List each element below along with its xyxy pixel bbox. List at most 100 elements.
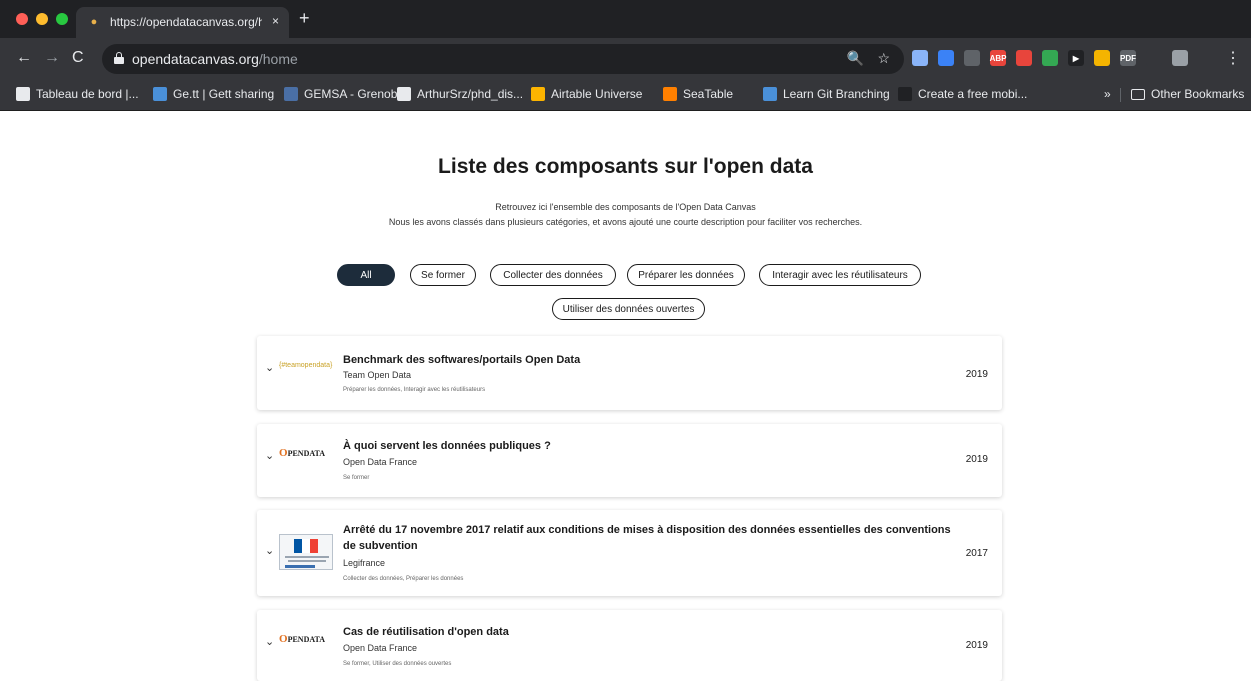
card-categories: Préparer les données, Interagir avec les…: [343, 387, 486, 393]
logo-wordmark: PENDATA: [287, 449, 326, 458]
address-bar[interactable]: opendatacanvas.org/home 🔍 ☆: [102, 44, 904, 74]
browser-tab[interactable]: ● https://opendatacanvas.org/ho ×: [76, 7, 289, 38]
block-icon[interactable]: [964, 50, 980, 66]
url-text: opendatacanvas.org/home: [132, 51, 298, 67]
bookmarks-bar: » Other Bookmarks Tableau de bord |... Ge…: [0, 80, 1251, 111]
menu-icon[interactable]: ⋮: [1225, 48, 1241, 68]
abp-icon[interactable]: ABP: [990, 50, 1006, 66]
stop-icon[interactable]: [1016, 50, 1032, 66]
puzzle-icon[interactable]: [1146, 50, 1162, 66]
chevron-down-icon[interactable]: ⌄: [265, 449, 274, 462]
shield-icon[interactable]: [938, 50, 954, 66]
chevron-down-icon[interactable]: ⌄: [265, 361, 274, 374]
maximize-window-button[interactable]: [56, 13, 68, 25]
bookmark-item[interactable]: Ge.tt | Gett sharing: [153, 87, 274, 101]
tab-close-icon[interactable]: ×: [272, 14, 279, 28]
team-open-data-logo: {#teamopendata}: [279, 362, 333, 369]
bookmark-item[interactable]: SeaTable: [663, 87, 733, 101]
search-icon[interactable]: 🔍: [847, 50, 864, 67]
bookmark-favicon-icon: [663, 87, 677, 101]
card-categories: Se former, Utiliser des données ouvertes: [343, 661, 452, 667]
play-icon[interactable]: ▶: [1068, 50, 1084, 66]
chevron-down-icon[interactable]: ⌄: [265, 544, 274, 557]
card-author: Legifrance: [343, 558, 386, 568]
card-year: 2019: [965, 640, 988, 651]
pdf-icon[interactable]: PDF: [1120, 50, 1136, 66]
intro-text: Retrouvez ici l'ensemble des composants …: [495, 202, 756, 212]
open-data-france-logo: OPENDATA: [279, 633, 325, 645]
logo-line: [288, 560, 326, 562]
filter-chip[interactable]: Utiliser des données ouvertes: [552, 298, 705, 320]
reload-button[interactable]: C: [72, 49, 84, 67]
bookmark-item[interactable]: Create a free mobi...: [898, 87, 1027, 101]
bookmarks-overflow-button[interactable]: »: [1104, 87, 1111, 101]
page-title: Liste des composants sur l'open data: [438, 155, 813, 178]
component-card[interactable]: ⌄ OPENDATA À quoi servent les données publ…: [257, 424, 1002, 497]
card-author: Team Open Data: [343, 370, 412, 380]
filter-chip[interactable]: Collecter des données: [490, 264, 616, 286]
bookmark-favicon-icon: [763, 87, 777, 101]
tag-icon[interactable]: [1094, 50, 1110, 66]
card-categories: Collecter des données, Préparer les donn…: [343, 576, 464, 582]
bookmark-item[interactable]: Tableau de bord |...: [16, 87, 139, 101]
bookmark-label: Learn Git Branching: [783, 87, 890, 101]
bookmark-label: GEMSA - Grenobl...: [304, 87, 411, 101]
lock-icon: [114, 52, 124, 64]
card-author: Open Data France: [343, 457, 418, 467]
component-card[interactable]: ⌄ {#teamopendata} Benchmark des softwares/…: [257, 336, 1002, 410]
profile-icon[interactable]: [1172, 50, 1188, 66]
minimize-window-button[interactable]: [36, 13, 48, 25]
bookmark-label: Ge.tt | Gett sharing: [173, 87, 275, 101]
bookmark-item[interactable]: ArthurSrz/phd_dis...: [397, 87, 523, 101]
logo-letter-o: O: [279, 633, 288, 645]
folder-icon: [1131, 88, 1145, 100]
bookmark-favicon-icon: [531, 87, 545, 101]
docs-icon[interactable]: [912, 50, 928, 66]
close-window-button[interactable]: [16, 13, 28, 25]
browser-toolbar: ← → C opendatacanvas.org/home 🔍 ☆ ABP ▶ PD…: [0, 38, 1251, 80]
extensions-area: ABP ▶ PDF: [912, 50, 1188, 66]
logo-letter-o: O: [279, 447, 288, 459]
card-year: 2017: [965, 548, 988, 559]
bookmark-label: ArthurSrz/phd_dis...: [417, 87, 524, 101]
bookmark-favicon-icon: [153, 87, 167, 101]
tab-title: https://opendatacanvas.org/ho: [110, 15, 262, 29]
logo-wordmark: PENDATA: [287, 635, 326, 644]
filter-chip[interactable]: Préparer les données: [627, 264, 745, 286]
favicon-icon: ●: [90, 16, 98, 28]
other-bookmarks-button[interactable]: Other Bookmarks: [1131, 87, 1244, 101]
tab-bar: ● https://opendatacanvas.org/ho × +: [0, 0, 1251, 38]
bookmark-label: Airtable Universe: [551, 87, 643, 101]
forward-button[interactable]: →: [44, 49, 60, 67]
chevron-down-icon[interactable]: ⌄: [265, 635, 274, 648]
filter-chip[interactable]: All: [337, 264, 395, 286]
bookmark-item[interactable]: Airtable Universe: [531, 87, 642, 101]
component-card[interactable]: ⌄ OPENDATA Cas de réutilisation d'open dat…: [257, 610, 1002, 681]
bookmarks-divider: [1120, 88, 1121, 102]
intro-text: Nous les avons classés dans plusieurs ca…: [388, 217, 863, 227]
bookmark-favicon-icon: [284, 87, 298, 101]
card-year: 2019: [965, 369, 988, 380]
other-bookmarks-label: Other Bookmarks: [1151, 87, 1245, 101]
bookmark-favicon-icon: [397, 87, 411, 101]
card-author: Open Data France: [343, 643, 418, 653]
filter-chip[interactable]: Se former: [410, 264, 476, 286]
logo-line: [285, 565, 315, 568]
french-flag-icon: [294, 539, 318, 553]
card-title: Arrêté du 17 novembre 2017 relatif aux c…: [343, 524, 951, 552]
back-button[interactable]: ←: [16, 49, 32, 67]
filter-chip[interactable]: Interagir avec les réutilisateurs: [759, 264, 921, 286]
open-data-france-logo: OPENDATA: [279, 447, 325, 459]
bookmark-label: Create a free mobi...: [918, 87, 1028, 101]
headphones-icon[interactable]: [1042, 50, 1058, 66]
component-card[interactable]: ⌄ Arrêté du 17 novembre 2017 relatif aux …: [257, 510, 1002, 596]
card-year: 2019: [965, 454, 988, 465]
bookmark-item[interactable]: Learn Git Branching: [763, 87, 890, 101]
bookmark-item[interactable]: GEMSA - Grenobl...: [284, 87, 410, 101]
bookmark-star-icon[interactable]: ☆: [877, 50, 890, 67]
new-tab-button[interactable]: +: [299, 9, 310, 27]
bookmark-label: SeaTable: [683, 87, 734, 101]
bookmark-label: Tableau de bord |...: [36, 87, 139, 101]
logo-line: [285, 556, 329, 558]
card-title: Cas de réutilisation d'open data: [343, 626, 509, 638]
